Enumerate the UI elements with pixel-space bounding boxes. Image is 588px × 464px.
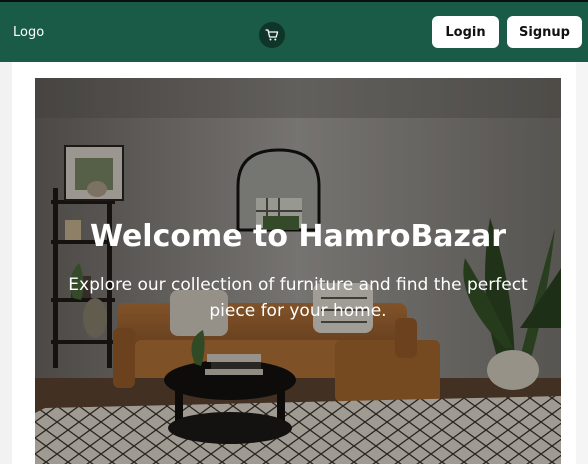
navbar: Logo Login Signup: [0, 2, 588, 62]
logo[interactable]: Logo: [13, 25, 44, 41]
login-button[interactable]: Login: [432, 16, 499, 48]
page-gutter-right: [576, 62, 588, 464]
hero-subtitle: Explore our collection of furniture and …: [68, 275, 528, 321]
signup-button[interactable]: Signup: [507, 16, 582, 48]
hero-title: Welcome to HamroBazar: [89, 219, 507, 254]
shopping-cart-icon: [265, 29, 279, 41]
hero-overlay: [35, 78, 561, 464]
cart-button[interactable]: [259, 22, 285, 48]
hero-banner: Welcome to HamroBazar Explore our collec…: [35, 78, 561, 464]
page-gutter-left: [0, 62, 12, 464]
